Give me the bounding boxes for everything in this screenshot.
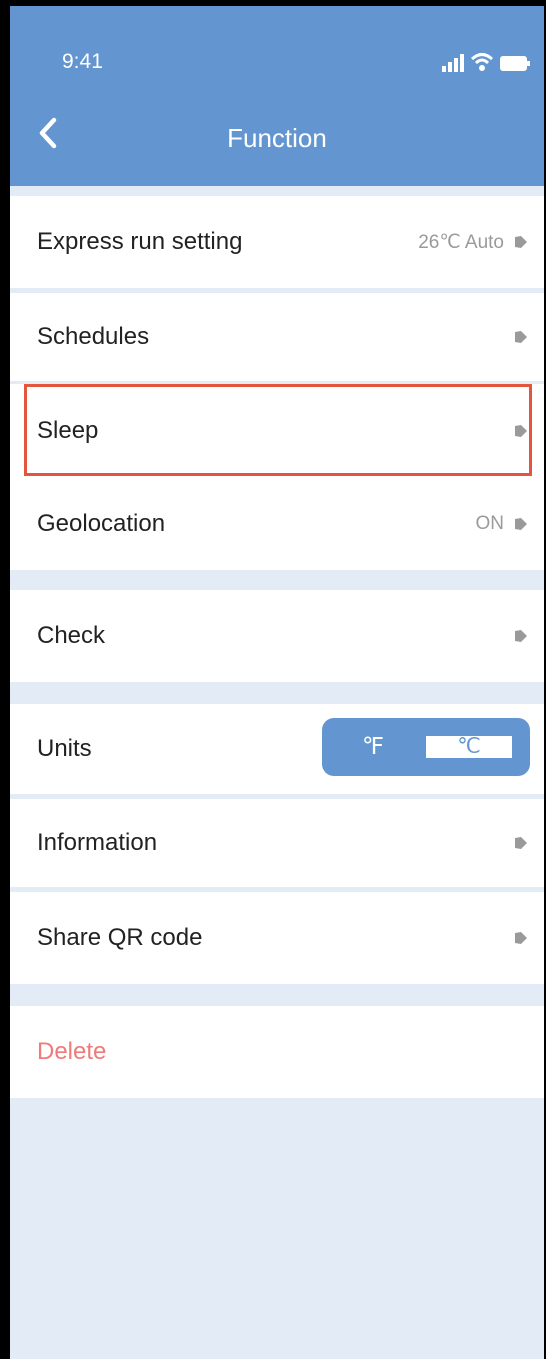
list-item-schedules[interactable]: Schedules bbox=[10, 293, 544, 381]
list-item-share-qr[interactable]: Share QR code bbox=[10, 892, 544, 984]
list-item-label: Geolocation bbox=[37, 510, 166, 537]
list-item-units: Units ℉ ℃ bbox=[10, 704, 544, 794]
wifi-icon bbox=[470, 53, 494, 71]
list-item-label: Check bbox=[37, 622, 106, 649]
list-item-check[interactable]: Check bbox=[10, 590, 544, 682]
chevron-right-icon bbox=[515, 425, 527, 437]
list-item-value: ON bbox=[475, 513, 505, 534]
celsius-option[interactable]: ℃ bbox=[426, 736, 512, 758]
page-title: Function bbox=[227, 123, 327, 153]
list-item-label: Sleep bbox=[37, 417, 99, 444]
list-item-label: Information bbox=[37, 829, 158, 856]
chevron-right-icon bbox=[515, 331, 527, 343]
fahrenheit-option[interactable]: ℉ bbox=[362, 733, 384, 760]
list-item-express-run[interactable]: Express run setting 26℃ Auto bbox=[10, 196, 544, 288]
list-item-sleep[interactable]: Sleep bbox=[10, 384, 544, 478]
delete-label: Delete bbox=[37, 1038, 107, 1065]
list-item-value: 26℃ Auto bbox=[418, 231, 504, 253]
list-item-label: Express run setting bbox=[37, 228, 243, 255]
list-item-information[interactable]: Information bbox=[10, 799, 544, 887]
phone-screen: 9:41 Function Express run setting 26℃ Au… bbox=[10, 6, 544, 1359]
chevron-right-icon bbox=[515, 630, 527, 642]
list-item-label: Schedules bbox=[37, 323, 150, 350]
list-item-geolocation[interactable]: Geolocation ON bbox=[10, 478, 544, 570]
status-icons bbox=[442, 50, 530, 72]
delete-button[interactable]: Delete bbox=[10, 1006, 544, 1098]
units-toggle[interactable]: ℉ ℃ bbox=[322, 718, 530, 776]
chevron-right-icon bbox=[515, 518, 527, 530]
header: 9:41 Function bbox=[10, 6, 544, 186]
chevron-right-icon bbox=[515, 236, 527, 248]
signal-icon bbox=[442, 54, 464, 72]
status-time: 9:41 bbox=[62, 50, 103, 73]
battery-icon bbox=[500, 56, 530, 71]
chevron-right-icon bbox=[515, 932, 527, 944]
list-item-label: Share QR code bbox=[37, 924, 203, 951]
chevron-right-icon bbox=[515, 837, 527, 849]
